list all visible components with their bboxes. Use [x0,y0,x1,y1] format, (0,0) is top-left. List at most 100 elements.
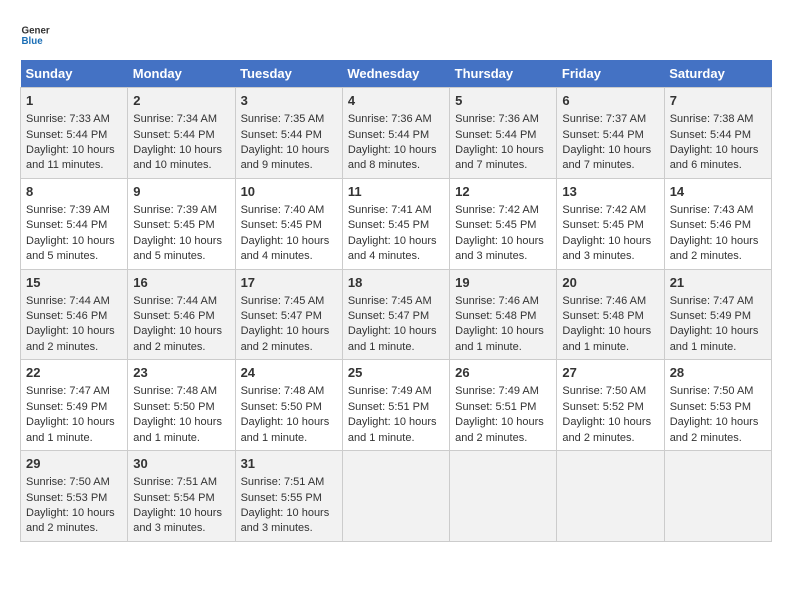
daylight: Daylight: 10 hours and 7 minutes. [562,144,651,171]
logo: General Blue [20,20,54,50]
week-row-3: 15Sunrise: 7:44 AMSunset: 5:46 PMDayligh… [21,269,772,360]
header-cell-tuesday: Tuesday [235,60,342,88]
week-row-2: 8Sunrise: 7:39 AMSunset: 5:44 PMDaylight… [21,178,772,269]
day-number: 8 [26,183,122,201]
sunrise: Sunrise: 7:49 AM [348,385,432,397]
week-row-4: 22Sunrise: 7:47 AMSunset: 5:49 PMDayligh… [21,360,772,451]
sunrise: Sunrise: 7:48 AM [241,385,325,397]
daylight: Daylight: 10 hours and 2 minutes. [670,235,759,262]
day-cell: 25Sunrise: 7:49 AMSunset: 5:51 PMDayligh… [342,360,449,451]
day-number: 10 [241,183,337,201]
sunrise: Sunrise: 7:35 AM [241,113,325,125]
day-cell: 8Sunrise: 7:39 AMSunset: 5:44 PMDaylight… [21,178,128,269]
day-cell: 26Sunrise: 7:49 AMSunset: 5:51 PMDayligh… [450,360,557,451]
day-number: 26 [455,364,551,382]
header: General Blue [20,20,772,50]
day-cell: 15Sunrise: 7:44 AMSunset: 5:46 PMDayligh… [21,269,128,360]
sunrise: Sunrise: 7:43 AM [670,204,754,216]
daylight: Daylight: 10 hours and 1 minute. [241,416,330,443]
day-number: 17 [241,274,337,292]
header-cell-monday: Monday [128,60,235,88]
daylight: Daylight: 10 hours and 1 minute. [348,416,437,443]
day-number: 14 [670,183,766,201]
day-number: 5 [455,92,551,110]
sunset: Sunset: 5:45 PM [348,219,429,231]
daylight: Daylight: 10 hours and 1 minute. [26,416,115,443]
week-row-5: 29Sunrise: 7:50 AMSunset: 5:53 PMDayligh… [21,451,772,542]
daylight: Daylight: 10 hours and 2 minutes. [670,416,759,443]
sunset: Sunset: 5:48 PM [562,310,643,322]
day-number: 2 [133,92,229,110]
sunset: Sunset: 5:52 PM [562,401,643,413]
sunset: Sunset: 5:47 PM [348,310,429,322]
day-number: 11 [348,183,444,201]
daylight: Daylight: 10 hours and 2 minutes. [241,325,330,352]
sunset: Sunset: 5:53 PM [26,492,107,504]
day-number: 20 [562,274,658,292]
day-number: 28 [670,364,766,382]
daylight: Daylight: 10 hours and 4 minutes. [241,235,330,262]
sunrise: Sunrise: 7:33 AM [26,113,110,125]
sunrise: Sunrise: 7:51 AM [133,476,217,488]
day-cell: 10Sunrise: 7:40 AMSunset: 5:45 PMDayligh… [235,178,342,269]
sunrise: Sunrise: 7:46 AM [455,295,539,307]
sunset: Sunset: 5:49 PM [26,401,107,413]
day-cell: 6Sunrise: 7:37 AMSunset: 5:44 PMDaylight… [557,88,664,179]
day-number: 27 [562,364,658,382]
day-cell [664,451,771,542]
day-number: 3 [241,92,337,110]
day-cell: 1Sunrise: 7:33 AMSunset: 5:44 PMDaylight… [21,88,128,179]
day-cell: 5Sunrise: 7:36 AMSunset: 5:44 PMDaylight… [450,88,557,179]
sunset: Sunset: 5:46 PM [26,310,107,322]
day-cell: 9Sunrise: 7:39 AMSunset: 5:45 PMDaylight… [128,178,235,269]
day-number: 16 [133,274,229,292]
header-cell-saturday: Saturday [664,60,771,88]
header-cell-thursday: Thursday [450,60,557,88]
day-cell: 14Sunrise: 7:43 AMSunset: 5:46 PMDayligh… [664,178,771,269]
daylight: Daylight: 10 hours and 2 minutes. [562,416,651,443]
day-cell: 31Sunrise: 7:51 AMSunset: 5:55 PMDayligh… [235,451,342,542]
sunset: Sunset: 5:46 PM [133,310,214,322]
day-number: 12 [455,183,551,201]
sunset: Sunset: 5:50 PM [241,401,322,413]
header-row: SundayMondayTuesdayWednesdayThursdayFrid… [21,60,772,88]
sunset: Sunset: 5:44 PM [241,129,322,141]
sunrise: Sunrise: 7:34 AM [133,113,217,125]
sunset: Sunset: 5:51 PM [455,401,536,413]
sunset: Sunset: 5:45 PM [133,219,214,231]
calendar-table: SundayMondayTuesdayWednesdayThursdayFrid… [20,60,772,542]
logo-icon: General Blue [20,20,50,50]
day-cell [342,451,449,542]
daylight: Daylight: 10 hours and 6 minutes. [670,144,759,171]
header-cell-sunday: Sunday [21,60,128,88]
day-number: 22 [26,364,122,382]
sunset: Sunset: 5:45 PM [562,219,643,231]
sunrise: Sunrise: 7:37 AM [562,113,646,125]
daylight: Daylight: 10 hours and 9 minutes. [241,144,330,171]
daylight: Daylight: 10 hours and 3 minutes. [241,507,330,534]
day-number: 25 [348,364,444,382]
sunrise: Sunrise: 7:51 AM [241,476,325,488]
daylight: Daylight: 10 hours and 1 minute. [133,416,222,443]
day-number: 23 [133,364,229,382]
day-cell: 16Sunrise: 7:44 AMSunset: 5:46 PMDayligh… [128,269,235,360]
sunrise: Sunrise: 7:36 AM [455,113,539,125]
day-number: 1 [26,92,122,110]
daylight: Daylight: 10 hours and 2 minutes. [26,507,115,534]
day-cell: 17Sunrise: 7:45 AMSunset: 5:47 PMDayligh… [235,269,342,360]
day-cell: 12Sunrise: 7:42 AMSunset: 5:45 PMDayligh… [450,178,557,269]
sunrise: Sunrise: 7:50 AM [670,385,754,397]
day-cell: 4Sunrise: 7:36 AMSunset: 5:44 PMDaylight… [342,88,449,179]
sunrise: Sunrise: 7:50 AM [26,476,110,488]
sunrise: Sunrise: 7:42 AM [562,204,646,216]
sunrise: Sunrise: 7:45 AM [348,295,432,307]
day-cell: 29Sunrise: 7:50 AMSunset: 5:53 PMDayligh… [21,451,128,542]
sunrise: Sunrise: 7:44 AM [133,295,217,307]
sunrise: Sunrise: 7:44 AM [26,295,110,307]
sunset: Sunset: 5:55 PM [241,492,322,504]
daylight: Daylight: 10 hours and 3 minutes. [133,507,222,534]
daylight: Daylight: 10 hours and 4 minutes. [348,235,437,262]
daylight: Daylight: 10 hours and 1 minute. [562,325,651,352]
day-cell: 13Sunrise: 7:42 AMSunset: 5:45 PMDayligh… [557,178,664,269]
sunrise: Sunrise: 7:48 AM [133,385,217,397]
